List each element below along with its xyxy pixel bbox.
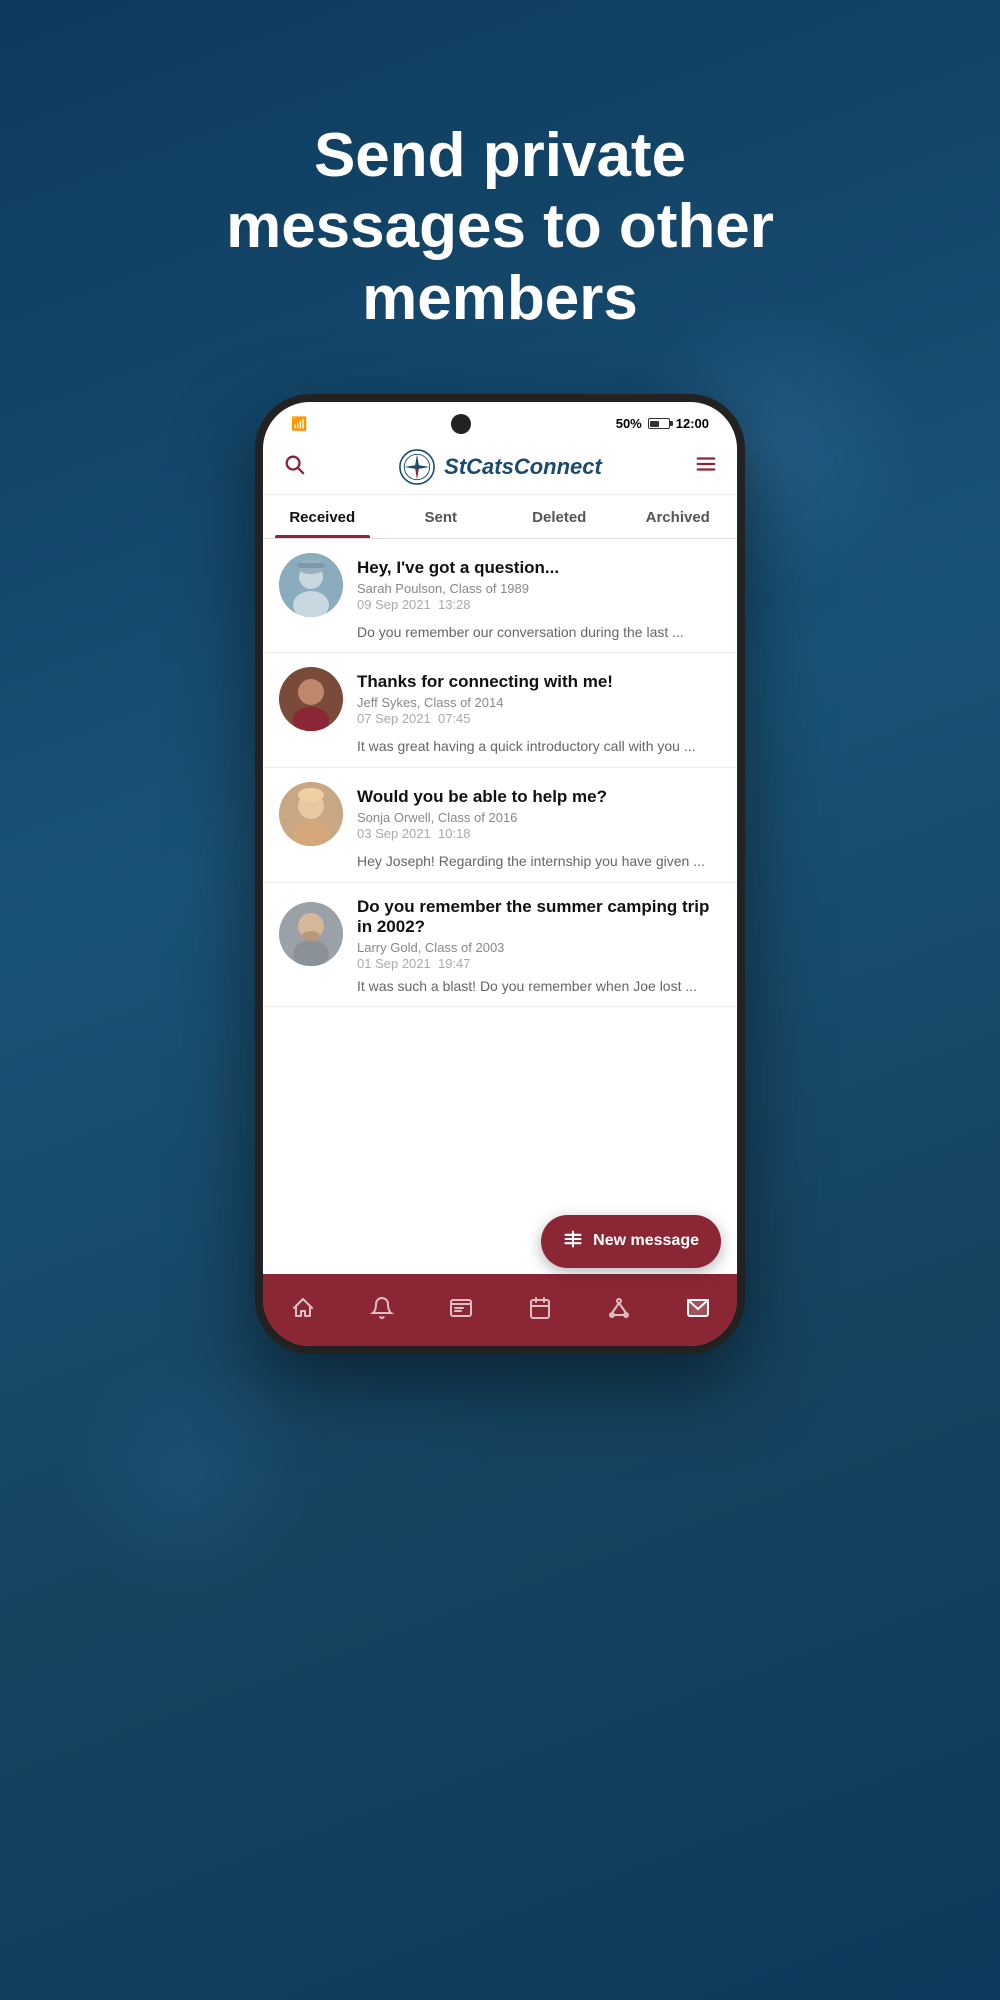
message-date: 03 Sep 2021 10:18 bbox=[357, 826, 721, 841]
battery-percentage: 50% bbox=[616, 416, 642, 431]
status-bar: 📶 50% 12:00 bbox=[263, 402, 737, 440]
message-subject: Do you remember the summer camping trip … bbox=[357, 897, 721, 937]
avatar bbox=[279, 553, 343, 617]
app-header: StCatsConnect bbox=[263, 440, 737, 495]
tab-received[interactable]: Received bbox=[263, 495, 382, 538]
avatar bbox=[279, 782, 343, 846]
nav-bell-icon[interactable] bbox=[362, 1288, 402, 1328]
nav-messages-icon[interactable] bbox=[441, 1288, 481, 1328]
message-preview: It was such a blast! Do you remember whe… bbox=[279, 977, 721, 997]
messages-list: Hey, I've got a question... Sarah Poulso… bbox=[263, 539, 737, 1274]
message-item[interactable]: Would you be able to help me? Sonja Orwe… bbox=[263, 768, 737, 883]
message-preview: It was great having a quick introductory… bbox=[279, 737, 721, 757]
tab-archived[interactable]: Archived bbox=[619, 495, 738, 538]
message-item[interactable]: Hey, I've got a question... Sarah Poulso… bbox=[263, 539, 737, 654]
camera-notch bbox=[451, 414, 471, 434]
bottom-nav bbox=[263, 1274, 737, 1346]
nav-network-icon[interactable] bbox=[599, 1288, 639, 1328]
tab-deleted[interactable]: Deleted bbox=[500, 495, 619, 538]
avatar bbox=[279, 902, 343, 966]
search-icon[interactable] bbox=[283, 453, 305, 481]
message-sender: Sonja Orwell, Class of 2016 bbox=[357, 810, 721, 825]
message-subject: Thanks for connecting with me! bbox=[357, 672, 721, 692]
message-sender: Sarah Poulson, Class of 1989 bbox=[357, 581, 721, 596]
message-date: 01 Sep 2021 19:47 bbox=[357, 956, 721, 971]
new-message-button[interactable]: New message bbox=[541, 1215, 721, 1268]
message-item[interactable]: Thanks for connecting with me! Jeff Syke… bbox=[263, 653, 737, 768]
message-subject: Would you be able to help me? bbox=[357, 787, 721, 807]
battery-icon bbox=[648, 418, 670, 429]
logo-text: StCatsConnect bbox=[444, 454, 602, 480]
new-message-label: New message bbox=[593, 1232, 699, 1250]
message-date: 09 Sep 2021 13:28 bbox=[357, 597, 721, 612]
nav-home-icon[interactable] bbox=[283, 1288, 323, 1328]
message-sender: Larry Gold, Class of 2003 bbox=[357, 940, 721, 955]
message-item[interactable]: Do you remember the summer camping trip … bbox=[263, 883, 737, 1008]
app-logo: StCatsConnect bbox=[398, 448, 602, 486]
tab-sent[interactable]: Sent bbox=[382, 495, 501, 538]
message-date: 07 Sep 2021 07:45 bbox=[357, 711, 721, 726]
compass-logo-icon bbox=[398, 448, 436, 486]
message-preview: Hey Joseph! Regarding the internship you… bbox=[279, 852, 721, 872]
nav-calendar-icon[interactable] bbox=[520, 1288, 560, 1328]
wifi-icon: 📶 bbox=[291, 416, 307, 431]
message-preview: Do you remember our conversation during … bbox=[279, 623, 721, 643]
compose-icon bbox=[563, 1229, 583, 1254]
hero-heading: Send private messages to other members bbox=[160, 120, 840, 334]
avatar bbox=[279, 667, 343, 731]
phone-mockup: 📶 50% 12:00 bbox=[255, 394, 745, 1354]
message-sender: Jeff Sykes, Class of 2014 bbox=[357, 695, 721, 710]
message-subject: Hey, I've got a question... bbox=[357, 558, 721, 578]
menu-icon[interactable] bbox=[695, 453, 717, 481]
nav-mail-icon[interactable] bbox=[678, 1288, 718, 1328]
clock: 12:00 bbox=[676, 416, 709, 431]
message-tabs: Received Sent Deleted Archived bbox=[263, 495, 737, 539]
